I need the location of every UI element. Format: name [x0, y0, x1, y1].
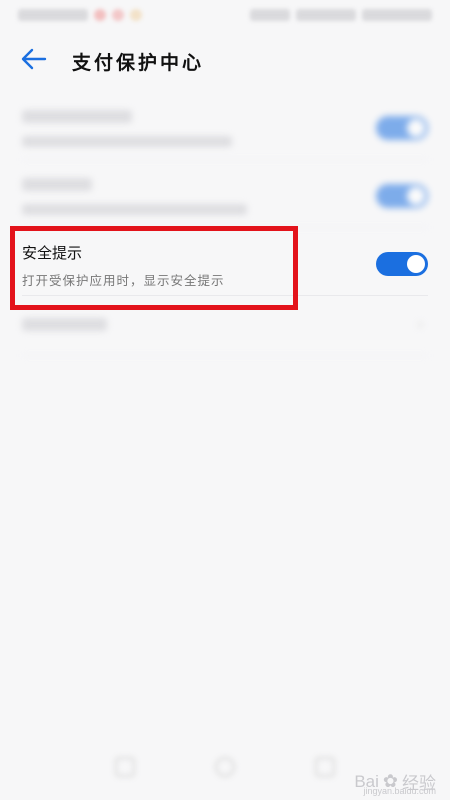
notification-icon	[112, 9, 124, 21]
signal-icon	[250, 9, 290, 21]
toggle-switch[interactable]	[376, 184, 428, 208]
status-right	[250, 9, 432, 21]
security-tip-subtitle: 打开受保护应用时，显示安全提示	[22, 273, 225, 288]
page-title: 支付保护中心	[72, 51, 205, 74]
toggle-knob	[407, 255, 425, 273]
baidu-watermark: Bai ✿ 经验 jingyan.baidu.com	[354, 769, 436, 796]
row-subtitle-obscured	[22, 204, 247, 215]
settings-row[interactable]	[22, 160, 428, 228]
toggle-knob	[407, 187, 425, 205]
security-tip-toggle[interactable]	[376, 252, 428, 276]
status-left	[18, 9, 142, 21]
status-bar	[0, 0, 450, 30]
row-title-obscured	[22, 178, 92, 191]
security-tip-title: 安全提示	[22, 244, 83, 262]
battery-time	[362, 9, 432, 21]
row-subtitle-obscured	[22, 136, 232, 147]
nav-home-icon[interactable]	[215, 757, 235, 777]
notification-icon	[130, 9, 142, 21]
row-title-obscured	[22, 318, 107, 331]
watermark-site: jingyan.baidu.com	[363, 786, 436, 796]
carrier-text	[18, 9, 88, 21]
settings-list: 安全提示 打开受保护应用时，显示安全提示 ›	[0, 92, 450, 356]
toggle-switch[interactable]	[376, 116, 428, 140]
row-title-obscured	[22, 110, 132, 123]
settings-row-security-tip[interactable]: 安全提示 打开受保护应用时，显示安全提示	[22, 228, 428, 296]
settings-row[interactable]: ›	[22, 296, 428, 356]
toggle-knob	[407, 119, 425, 137]
nav-recent-icon[interactable]	[315, 757, 335, 777]
network-icon	[296, 9, 356, 21]
nav-back-icon[interactable]	[115, 757, 135, 777]
chevron-right-icon: ›	[416, 314, 424, 335]
back-button[interactable]	[16, 43, 52, 79]
app-header: 支付保护中心	[0, 36, 450, 86]
notification-icon	[94, 9, 106, 21]
arrow-left-icon	[21, 48, 47, 74]
settings-row[interactable]	[22, 92, 428, 160]
